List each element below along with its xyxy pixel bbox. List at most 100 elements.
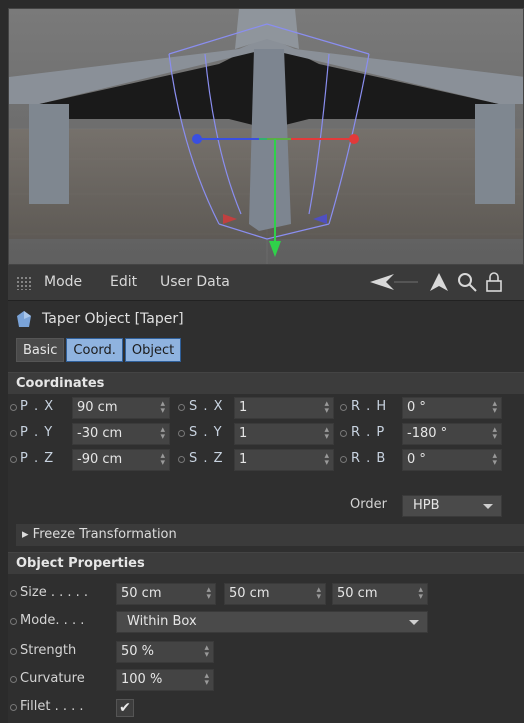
- viewport-3d[interactable]: [8, 8, 524, 265]
- spinner-icon[interactable]: ▴ ▾: [418, 586, 423, 602]
- sx-value: 1: [239, 400, 248, 415]
- spinner-icon[interactable]: ▴ ▾: [160, 400, 165, 416]
- anim-dot[interactable]: [10, 676, 17, 683]
- strength-row: Strength 50 % ▴ ▾: [8, 640, 524, 664]
- strength-field[interactable]: 50 % ▴ ▾: [116, 641, 214, 663]
- anim-dot[interactable]: [10, 404, 17, 411]
- anim-dot[interactable]: [340, 404, 347, 411]
- anim-dot[interactable]: [340, 430, 347, 437]
- arrow-left-icon[interactable]: [368, 271, 420, 293]
- size-label: Size . . . . .: [20, 585, 89, 600]
- coord-row-3: P . Z -90 cm ▴ ▾ S . Z 1 ▴ ▾ R . B 0 ° ▴ ▾: [8, 448, 524, 472]
- spinner-icon[interactable]: ▴ ▾: [324, 426, 329, 442]
- spinner-icon[interactable]: ▴ ▾: [492, 400, 497, 416]
- anim-dot[interactable]: [10, 648, 17, 655]
- anim-dot[interactable]: [178, 456, 185, 463]
- spinner-icon[interactable]: ▴ ▾: [160, 452, 165, 468]
- anim-dot[interactable]: [178, 430, 185, 437]
- object-title-row: Taper Object [Taper]: [16, 307, 184, 331]
- mode-label: Mode. . . .: [20, 613, 85, 628]
- anim-dot[interactable]: [340, 456, 347, 463]
- menu-mode[interactable]: Mode: [44, 274, 82, 290]
- rb-field[interactable]: 0 ° ▴ ▾: [402, 449, 502, 471]
- py-field[interactable]: -30 cm ▴ ▾: [72, 423, 170, 445]
- sx-label: S . X: [189, 399, 224, 414]
- anim-dot[interactable]: [10, 618, 17, 625]
- menubar: Mode Edit User Data: [8, 265, 524, 301]
- rb-label: R . B: [351, 451, 387, 466]
- lock-icon[interactable]: [484, 271, 506, 293]
- order-label: Order: [350, 497, 387, 512]
- rp-field[interactable]: -180 ° ▴ ▾: [402, 423, 502, 445]
- rb-value: 0 °: [407, 452, 426, 467]
- spinner-icon[interactable]: ▴ ▾: [492, 426, 497, 442]
- size-x-field[interactable]: 50 cm ▴ ▾: [116, 583, 216, 605]
- mode-dropdown[interactable]: Within Box: [116, 611, 428, 633]
- coord-row-2: P . Y -30 cm ▴ ▾ S . Y 1 ▴ ▾ R . P -180 ° …: [8, 422, 524, 446]
- spinner-icon[interactable]: ▴ ▾: [492, 452, 497, 468]
- sy-value: 1: [239, 426, 248, 441]
- anim-dot[interactable]: [10, 456, 17, 463]
- px-field[interactable]: 90 cm ▴ ▾: [72, 397, 170, 419]
- anim-dot[interactable]: [10, 704, 17, 711]
- pz-field[interactable]: -90 cm ▴ ▾: [72, 449, 170, 471]
- axis-z-handle[interactable]: [192, 134, 202, 144]
- sx-field[interactable]: 1 ▴ ▾: [234, 397, 334, 419]
- caret-down-icon: [409, 620, 419, 625]
- grip-icon[interactable]: [16, 276, 32, 290]
- sz-field[interactable]: 1 ▴ ▾: [234, 449, 334, 471]
- search-icon[interactable]: [456, 271, 478, 293]
- tab-object[interactable]: Object: [124, 338, 182, 362]
- rh-field[interactable]: 0 ° ▴ ▾: [402, 397, 502, 419]
- py-value: -30 cm: [77, 426, 123, 441]
- order-dropdown[interactable]: HPB: [402, 495, 502, 517]
- size-z-field[interactable]: 50 cm ▴ ▾: [332, 583, 428, 605]
- fillet-checkbox[interactable]: ✔: [116, 699, 134, 717]
- spinner-icon[interactable]: ▴ ▾: [206, 586, 211, 602]
- spinner-icon[interactable]: ▴ ▾: [204, 672, 209, 688]
- fillet-row: Fillet . . . . ✔: [8, 696, 524, 720]
- menu-edit[interactable]: Edit: [110, 274, 137, 290]
- taper-object-icon: [17, 311, 31, 327]
- freeze-transformation-toggle[interactable]: ▸ Freeze Transformation: [16, 524, 524, 546]
- curvature-value: 100 %: [121, 672, 163, 687]
- spinner-icon[interactable]: ▴ ▾: [204, 644, 209, 660]
- attribute-manager: Mode Edit User Data Taper Object [Taper]…: [8, 265, 524, 723]
- sy-label: S . Y: [189, 425, 223, 440]
- size-x-value: 50 cm: [121, 586, 162, 601]
- tab-basic[interactable]: Basic: [16, 338, 65, 362]
- curvature-row: Curvature 100 % ▴ ▾: [8, 668, 524, 692]
- coord-row-1: P . X 90 cm ▴ ▾ S . X 1 ▴ ▾ R . H 0 ° ▴ ▾: [8, 396, 524, 420]
- freeze-label: Freeze Transformation: [32, 527, 177, 542]
- px-label: P . X: [20, 399, 55, 414]
- curvature-field[interactable]: 100 % ▴ ▾: [116, 669, 214, 691]
- pz-value: -90 cm: [77, 452, 123, 467]
- spinner-icon[interactable]: ▴ ▾: [316, 586, 321, 602]
- tab-coord[interactable]: Coord.: [66, 338, 123, 362]
- order-row: Order HPB: [8, 494, 524, 518]
- tab-bar: Basic Coord. Object: [16, 338, 182, 362]
- anim-dot[interactable]: [10, 590, 17, 597]
- menu-user-data[interactable]: User Data: [160, 274, 230, 290]
- order-value: HPB: [413, 498, 440, 513]
- spinner-icon[interactable]: ▴ ▾: [324, 400, 329, 416]
- rh-value: 0 °: [407, 400, 426, 415]
- anim-dot[interactable]: [178, 404, 185, 411]
- spinner-icon[interactable]: ▴ ▾: [160, 426, 165, 442]
- fillet-label: Fillet . . . .: [20, 699, 84, 714]
- section-object-properties[interactable]: Object Properties: [8, 552, 524, 574]
- rp-label: R . P: [351, 425, 386, 440]
- checkmark-icon: ✔: [119, 700, 131, 716]
- size-y-field[interactable]: 50 cm ▴ ▾: [224, 583, 326, 605]
- sy-field[interactable]: 1 ▴ ▾: [234, 423, 334, 445]
- rh-label: R . H: [351, 399, 388, 414]
- anim-dot[interactable]: [10, 430, 17, 437]
- curvature-label: Curvature: [20, 671, 85, 686]
- section-coordinates[interactable]: Coordinates: [8, 372, 524, 394]
- arrow-up-icon[interactable]: [428, 271, 450, 293]
- table-leg-right: [475, 104, 515, 204]
- size-y-value: 50 cm: [229, 586, 270, 601]
- spinner-icon[interactable]: ▴ ▾: [324, 452, 329, 468]
- axis-x-handle[interactable]: [349, 134, 359, 144]
- px-value: 90 cm: [77, 400, 118, 415]
